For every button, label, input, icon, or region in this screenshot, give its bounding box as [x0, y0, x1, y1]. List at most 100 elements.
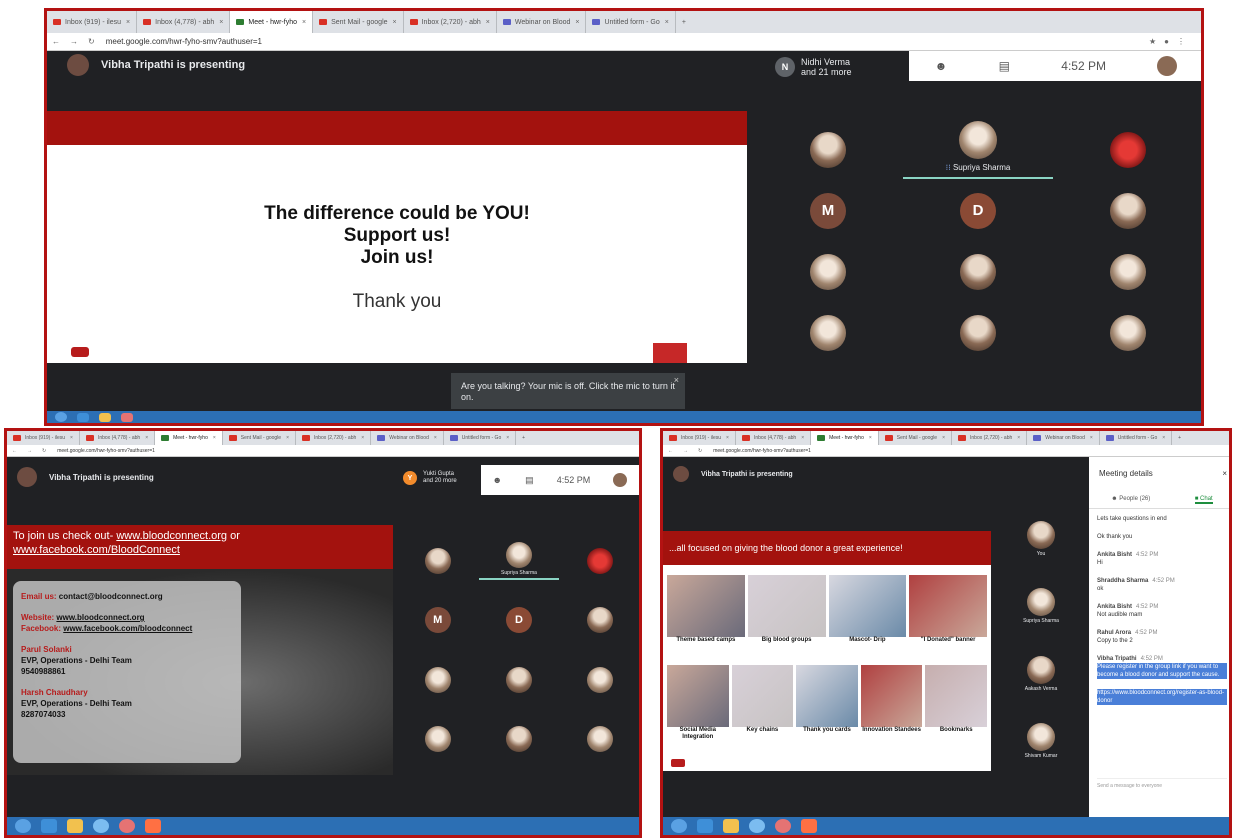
self-avatar[interactable]	[1157, 56, 1178, 76]
chrome-icon[interactable]	[119, 819, 135, 833]
participant-tile[interactable]: You	[1027, 520, 1055, 557]
tab-people[interactable]: ☻ People (26)	[1111, 496, 1150, 504]
extensions-icon[interactable]: ★●⋮	[1149, 37, 1193, 46]
tab-chat[interactable]: ■ Chat	[1194, 496, 1213, 504]
participant-tile[interactable]	[505, 666, 532, 693]
chat-input[interactable]: Send a message to everyone	[1097, 778, 1227, 789]
tab-close-icon[interactable]: ×	[145, 435, 148, 441]
participant-tile[interactable]	[424, 666, 451, 693]
tab-close-icon[interactable]: ×	[302, 19, 306, 26]
browser-tab[interactable]: Meet - hwr-fyho ×	[811, 431, 879, 445]
participant-tile[interactable]	[424, 726, 451, 753]
tab-close-icon[interactable]: ×	[361, 435, 364, 441]
active-speaker-tile[interactable]: Supriya Sharma	[478, 541, 559, 580]
slide-header-link1[interactable]: www.bloodconnect.org	[116, 530, 227, 542]
new-tab-icon[interactable]: +	[1172, 435, 1187, 441]
folder-icon[interactable]	[99, 412, 111, 422]
tab-close-icon[interactable]: ×	[1090, 435, 1093, 441]
slide-header-link2[interactable]: www.facebook.com/BloodConnect	[13, 544, 180, 556]
browser-tab[interactable]: Inbox (919) - ilesu ×	[663, 431, 736, 445]
address-bar[interactable]: ← → ↻ meet.google.com/hwr-fyho-smv?authu…	[663, 445, 1229, 457]
chat-icon[interactable]: ▤	[525, 475, 534, 486]
tab-close-icon[interactable]: ×	[486, 19, 490, 26]
folder-icon[interactable]	[723, 819, 739, 833]
participant-tile[interactable]	[810, 131, 846, 168]
forward-icon[interactable]: →	[27, 448, 32, 454]
paint-icon[interactable]	[801, 819, 817, 833]
browser-tab[interactable]: Inbox (4,778) - abh ×	[80, 431, 156, 445]
active-speaker-tile[interactable]: ⁝⁝ Supriya Sharma	[903, 120, 1053, 179]
participant-tile[interactable]: Shivam Kumar	[1025, 723, 1057, 759]
address-bar[interactable]: ← → ↻ meet.google.com/hwr-fyho-smv?authu…	[47, 33, 1201, 51]
participant-tile[interactable]	[587, 666, 614, 693]
participant-tile[interactable]	[1110, 192, 1146, 229]
participants-summary[interactable]: N Nidhi Verma and 21 more	[775, 57, 852, 77]
tab-close-icon[interactable]: ×	[869, 435, 872, 441]
browser-tab[interactable]: Webinar on Blood ×	[1027, 431, 1100, 445]
close-icon[interactable]: ×	[674, 375, 679, 386]
media-icon[interactable]	[749, 819, 765, 833]
forward-icon[interactable]: →	[683, 448, 688, 454]
email-value[interactable]: contact@bloodconnect.org	[59, 592, 163, 601]
start-icon[interactable]	[55, 412, 67, 422]
tab-close-icon[interactable]: ×	[506, 435, 509, 441]
chrome-icon[interactable]	[121, 412, 133, 422]
back-icon[interactable]: ←	[668, 448, 673, 454]
participants-summary[interactable]: Y Yukti Gupta and 20 more	[403, 471, 457, 485]
tab-close-icon[interactable]: ×	[434, 435, 437, 441]
reload-icon[interactable]: ↻	[698, 448, 702, 454]
browser-tab[interactable]: Inbox (919) - ilesu ×	[7, 431, 80, 445]
url-text[interactable]: meet.google.com/hwr-fyho-smv?authuser=1	[106, 37, 1149, 46]
address-bar[interactable]: ← → ↻ meet.google.com/hwr-fyho-smv?authu…	[7, 445, 639, 457]
back-icon[interactable]: ←	[52, 37, 60, 46]
chat-icon[interactable]: ▤	[999, 59, 1010, 73]
participant-tile[interactable]	[587, 726, 614, 753]
tab-close-icon[interactable]: ×	[726, 435, 729, 441]
ie-icon[interactable]	[41, 819, 57, 833]
tab-close-icon[interactable]: ×	[213, 435, 216, 441]
close-icon[interactable]: ×	[1222, 469, 1227, 478]
participant-tile[interactable]	[587, 547, 614, 574]
tab-close-icon[interactable]: ×	[393, 19, 397, 26]
tab-close-icon[interactable]: ×	[70, 435, 73, 441]
reload-icon[interactable]: ↻	[88, 37, 95, 46]
tab-close-icon[interactable]: ×	[665, 19, 669, 26]
participant-tile[interactable]	[587, 607, 614, 634]
browser-tab[interactable]: Sent Mail - google ×	[313, 11, 404, 33]
participant-tile[interactable]: Supriya Sharma	[1023, 588, 1059, 624]
new-tab-icon[interactable]: +	[676, 19, 692, 26]
browser-tab[interactable]: Untitled form - Go ×	[1100, 431, 1173, 445]
paint-icon[interactable]	[145, 819, 161, 833]
participant-tile[interactable]	[1110, 131, 1146, 168]
people-icon[interactable]: ☻	[935, 59, 948, 73]
tab-close-icon[interactable]: ×	[1017, 435, 1020, 441]
participant-tile-m[interactable]: M	[810, 192, 846, 229]
participant-tile-d[interactable]: D	[960, 192, 996, 229]
forward-icon[interactable]: →	[70, 37, 78, 46]
participant-tile[interactable]	[960, 253, 996, 290]
new-tab-icon[interactable]: +	[516, 435, 531, 441]
browser-tab[interactable]: Webinar on Blood ×	[497, 11, 587, 33]
folder-icon[interactable]	[67, 819, 83, 833]
participant-tile-m[interactable]: M	[424, 607, 451, 634]
browser-tab[interactable]: Inbox (4,778) - abh ×	[137, 11, 231, 33]
browser-tab[interactable]: Untitled form - Go ×	[586, 11, 676, 33]
start-icon[interactable]	[15, 819, 31, 833]
url-text[interactable]: meet.google.com/hwr-fyho-smv?authuser=1	[57, 448, 639, 454]
back-icon[interactable]: ←	[12, 448, 17, 454]
tab-close-icon[interactable]: ×	[219, 19, 223, 26]
browser-tab[interactable]: Inbox (4,778) - abh ×	[736, 431, 812, 445]
self-avatar[interactable]	[613, 473, 628, 487]
participant-tile[interactable]	[810, 314, 846, 351]
participant-tile[interactable]	[1110, 253, 1146, 290]
browser-tab[interactable]: Meet - hwr-fyho ×	[155, 431, 223, 445]
participant-tile[interactable]	[960, 314, 996, 351]
browser-tab[interactable]: Inbox (2,720) - abh ×	[296, 431, 372, 445]
chrome-icon[interactable]	[775, 819, 791, 833]
browser-tab[interactable]: Sent Mail - google ×	[223, 431, 297, 445]
start-icon[interactable]	[671, 819, 687, 833]
tab-close-icon[interactable]: ×	[126, 19, 130, 26]
participant-tile[interactable]	[810, 253, 846, 290]
website-value[interactable]: www.bloodconnect.org	[56, 613, 144, 622]
participant-tile[interactable]: Aakash Verma	[1025, 655, 1057, 692]
